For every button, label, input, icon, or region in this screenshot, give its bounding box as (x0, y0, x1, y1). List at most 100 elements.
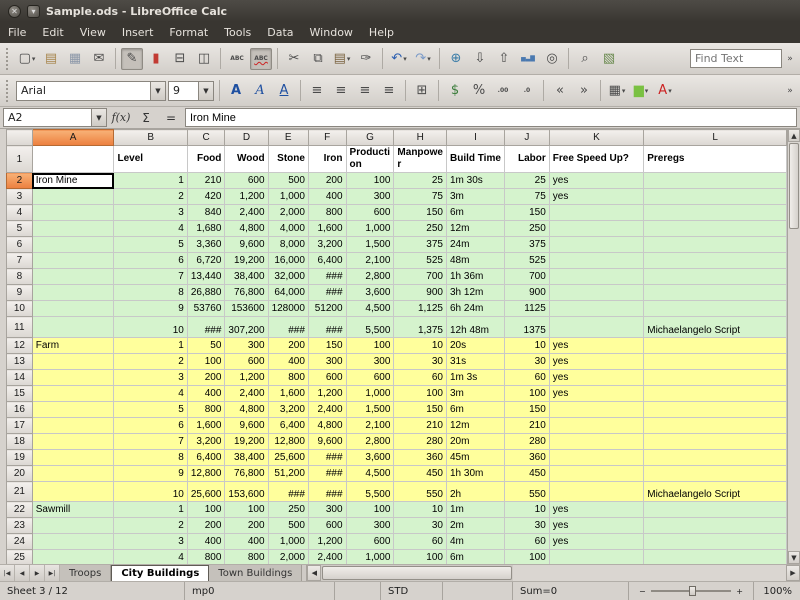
sheet-tab-city-buildings[interactable]: City Buildings (111, 565, 209, 581)
column-header-I[interactable]: I (446, 130, 504, 146)
cell-H21[interactable]: 550 (394, 482, 447, 502)
row-header-18[interactable]: 18 (7, 434, 33, 450)
cell-F1[interactable]: Iron (308, 146, 346, 173)
menu-item-data[interactable]: Data (259, 23, 301, 42)
cell-G22[interactable]: 100 (346, 502, 394, 518)
align-justify-icon[interactable]: ≡ (378, 80, 400, 102)
cell-H7[interactable]: 525 (394, 253, 447, 269)
italic-icon[interactable]: A (249, 80, 271, 102)
cell-J24[interactable]: 60 (504, 534, 549, 550)
cell-G13[interactable]: 300 (346, 354, 394, 370)
spelling-icon[interactable]: ABC (226, 48, 248, 70)
cell-E25[interactable]: 2,000 (268, 550, 308, 565)
scroll-left-icon[interactable]: ◀ (307, 565, 321, 581)
cell-B23[interactable]: 2 (114, 518, 187, 534)
cell-G11[interactable]: 5,500 (346, 317, 394, 338)
cell-J20[interactable]: 450 (504, 466, 549, 482)
cell-C12[interactable]: 50 (187, 338, 225, 354)
horizontal-scrollbar-thumb[interactable] (322, 566, 512, 580)
cell-B3[interactable]: 2 (114, 189, 187, 205)
cell-G2[interactable]: 100 (346, 173, 394, 189)
cell-I22[interactable]: 1m (446, 502, 504, 518)
cell-B12[interactable]: 1 (114, 338, 187, 354)
cell-I8[interactable]: 1h 36m (446, 269, 504, 285)
cell-L25[interactable] (644, 550, 787, 565)
cell-E15[interactable]: 1,600 (268, 386, 308, 402)
cell-F11[interactable]: ### (308, 317, 346, 338)
cell-I19[interactable]: 45m (446, 450, 504, 466)
cell-D2[interactable]: 600 (225, 173, 268, 189)
cell-I3[interactable]: 3m (446, 189, 504, 205)
find-text-input[interactable] (690, 49, 782, 68)
cell-A18[interactable] (32, 434, 114, 450)
email-icon[interactable]: ✉ (88, 48, 110, 70)
cell-A8[interactable] (32, 269, 114, 285)
cell-A6[interactable] (32, 237, 114, 253)
cell-K14[interactable]: yes (549, 370, 643, 386)
add-decimal-icon[interactable]: .00 (492, 80, 514, 102)
cell-F8[interactable]: ### (308, 269, 346, 285)
cell-B25[interactable]: 4 (114, 550, 187, 565)
cell-H10[interactable]: 1,125 (394, 301, 447, 317)
chevron-down-icon[interactable]: ▾ (427, 55, 431, 63)
decrease-indent-icon[interactable]: « (549, 80, 571, 102)
borders-icon[interactable]: ▦▾ (606, 80, 628, 102)
format-paintbrush-icon[interactable]: ✑ (355, 48, 377, 70)
cell-I23[interactable]: 2m (446, 518, 504, 534)
column-header-J[interactable]: J (504, 130, 549, 146)
cell-G18[interactable]: 2,800 (346, 434, 394, 450)
copy-icon[interactable]: ⧉ (307, 48, 329, 70)
cell-G23[interactable]: 300 (346, 518, 394, 534)
cell-F4[interactable]: 800 (308, 205, 346, 221)
cell-B5[interactable]: 4 (114, 221, 187, 237)
cell-K11[interactable] (549, 317, 643, 338)
cell-D7[interactable]: 19,200 (225, 253, 268, 269)
cell-E9[interactable]: 64,000 (268, 285, 308, 301)
toolbar-grip[interactable] (6, 80, 10, 102)
cell-D10[interactable]: 153600 (225, 301, 268, 317)
cell-F14[interactable]: 600 (308, 370, 346, 386)
row-header-15[interactable]: 15 (7, 386, 33, 402)
font-color-icon[interactable]: A▾ (654, 80, 676, 102)
cell-L4[interactable] (644, 205, 787, 221)
cell-E1[interactable]: Stone (268, 146, 308, 173)
cell-L6[interactable] (644, 237, 787, 253)
function-button[interactable]: = (160, 109, 182, 127)
cell-J3[interactable]: 75 (504, 189, 549, 205)
chevron-down-icon[interactable]: ▾ (403, 55, 407, 63)
cell-H17[interactable]: 210 (394, 418, 447, 434)
toolbar-overflow-icon[interactable]: » (784, 79, 796, 103)
cell-A17[interactable] (32, 418, 114, 434)
cell-D18[interactable]: 19,200 (225, 434, 268, 450)
cell-K20[interactable] (549, 466, 643, 482)
cell-B19[interactable]: 8 (114, 450, 187, 466)
navigator-icon[interactable]: ◎ (541, 48, 563, 70)
cell-L16[interactable] (644, 402, 787, 418)
cell-K8[interactable] (549, 269, 643, 285)
cell-A3[interactable] (32, 189, 114, 205)
cell-C13[interactable]: 100 (187, 354, 225, 370)
row-header-22[interactable]: 22 (7, 502, 33, 518)
cell-K23[interactable]: yes (549, 518, 643, 534)
cell-J11[interactable]: 1375 (504, 317, 549, 338)
cell-D17[interactable]: 9,600 (225, 418, 268, 434)
row-header-8[interactable]: 8 (7, 269, 33, 285)
cell-J17[interactable]: 210 (504, 418, 549, 434)
cell-B22[interactable]: 1 (114, 502, 187, 518)
cell-A21[interactable] (32, 482, 114, 502)
cell-L11[interactable]: Michaelangelo Script (644, 317, 787, 338)
cell-K13[interactable]: yes (549, 354, 643, 370)
cell-L10[interactable] (644, 301, 787, 317)
cell-E18[interactable]: 12,800 (268, 434, 308, 450)
cell-I13[interactable]: 31s (446, 354, 504, 370)
name-box[interactable]: A2 ▼ (3, 108, 107, 127)
cell-F13[interactable]: 300 (308, 354, 346, 370)
column-header-C[interactable]: C (187, 130, 225, 146)
cell-H11[interactable]: 1,375 (394, 317, 447, 338)
row-header-3[interactable]: 3 (7, 189, 33, 205)
toolbar-overflow-icon[interactable]: » (784, 47, 796, 71)
cell-H16[interactable]: 150 (394, 402, 447, 418)
cell-G3[interactable]: 300 (346, 189, 394, 205)
cell-G17[interactable]: 2,100 (346, 418, 394, 434)
cell-F19[interactable]: ### (308, 450, 346, 466)
